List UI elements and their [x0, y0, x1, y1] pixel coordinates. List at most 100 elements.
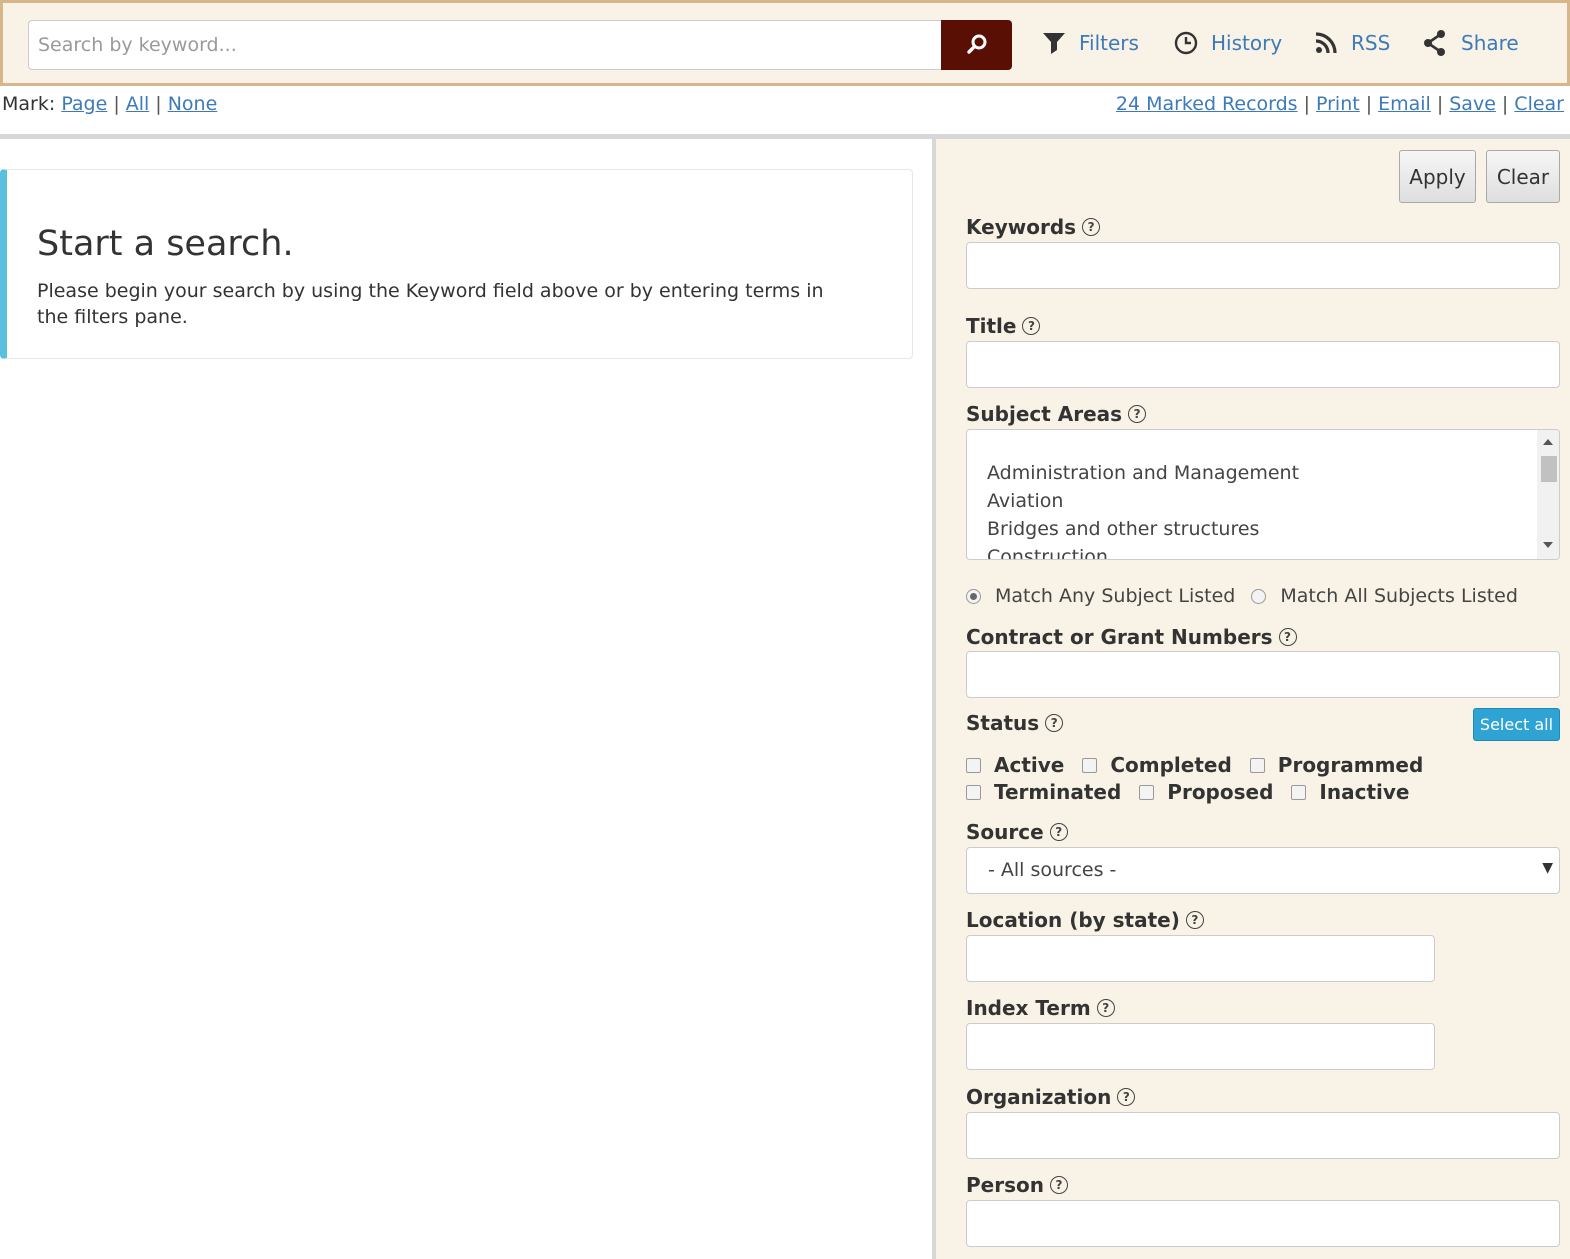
clear-filters-button[interactable]: Clear [1486, 150, 1560, 203]
list-item[interactable]: Aviation [987, 490, 1063, 512]
scroll-down-icon[interactable] [1542, 541, 1554, 549]
history-label: History [1211, 31, 1283, 55]
index-term-label-text: Index Term [966, 996, 1091, 1020]
callout-message: Please begin your search by using the Ke… [37, 280, 824, 328]
search-button[interactable] [941, 20, 1012, 70]
list-item[interactable]: Bridges and other structures [987, 518, 1259, 540]
mark-toolbar: Mark: Page | All | None 24 Marked Records | Pr… [0, 93, 1570, 123]
filters-button[interactable]: Filters [1041, 26, 1139, 60]
mark-page-link[interactable]: Page [61, 93, 107, 115]
history-button[interactable]: History [1173, 26, 1282, 60]
help-icon[interactable]: ? [1049, 823, 1068, 841]
checkbox-proposed[interactable] [1139, 784, 1155, 800]
status-option[interactable]: Inactive [1291, 780, 1409, 804]
subject-areas-label-text: Subject Areas [966, 402, 1123, 426]
email-link[interactable]: Email [1378, 93, 1431, 115]
contract-label: Contract or Grant Numbers ? [966, 625, 1297, 649]
mark-label: Mark: [2, 93, 56, 115]
list-item[interactable]: Administration and Management [987, 462, 1299, 484]
listbox-scrollbar[interactable] [1537, 430, 1559, 559]
location-field[interactable] [966, 935, 1435, 982]
index-term-label: Index Term ? [966, 996, 1115, 1020]
share-icon [1424, 30, 1445, 56]
search-bar: Filters History RSS Share [0, 0, 1570, 86]
status-option[interactable]: Proposed [1139, 780, 1273, 804]
keywords-field[interactable] [966, 242, 1560, 289]
checkbox-label: Inactive [1319, 780, 1410, 804]
filters-label: Filters [1079, 31, 1139, 55]
print-link[interactable]: Print [1316, 93, 1360, 115]
help-icon[interactable]: ? [1117, 1088, 1136, 1106]
organization-field[interactable] [966, 1112, 1560, 1159]
index-term-field[interactable] [966, 1023, 1435, 1070]
source-select[interactable]: - All sources - ▼ [966, 847, 1560, 894]
search-input[interactable] [28, 20, 944, 70]
checkbox-inactive[interactable] [1291, 784, 1307, 800]
help-icon[interactable]: ? [1082, 218, 1101, 236]
help-icon[interactable]: ? [1022, 317, 1041, 335]
keywords-label-text: Keywords [966, 215, 1077, 239]
help-icon[interactable]: ? [1128, 405, 1147, 423]
help-icon[interactable]: ? [1278, 628, 1297, 646]
apply-button[interactable]: Apply [1399, 150, 1476, 203]
help-icon[interactable]: ? [1049, 1176, 1068, 1194]
person-label: Person ? [966, 1173, 1068, 1197]
filters-pane: Apply Clear Keywords ? Title ? Subject A… [936, 139, 1570, 1259]
separator: | [113, 93, 120, 115]
rss-button[interactable]: RSS [1313, 26, 1390, 60]
source-label-text: Source [966, 820, 1044, 844]
checkbox-label: Programmed [1277, 753, 1424, 777]
match-all-radio[interactable] [1251, 588, 1267, 604]
organization-label-text: Organization [966, 1085, 1112, 1109]
separator: | [1303, 93, 1310, 115]
separator: | [1501, 93, 1509, 115]
separator: | [1365, 93, 1373, 115]
scroll-thumb[interactable] [1541, 456, 1557, 482]
save-link[interactable]: Save [1449, 93, 1496, 115]
marked-records-actions: 24 Marked Records | Print | Email | Save | Clear [1116, 93, 1564, 115]
marked-records-link[interactable]: 24 Marked Records [1116, 93, 1298, 115]
status-option[interactable]: Programmed [1249, 753, 1424, 777]
separator: | [1436, 93, 1444, 115]
list-item[interactable]: Construction [987, 546, 1108, 559]
checkbox-label: Active [994, 753, 1065, 777]
checkbox-active[interactable] [966, 757, 981, 773]
title-label: Title ? [966, 314, 1041, 338]
person-field[interactable] [966, 1200, 1560, 1247]
clock-icon [1174, 31, 1198, 55]
checkbox-programmed[interactable] [1249, 757, 1265, 773]
status-option[interactable]: Completed [1082, 753, 1232, 777]
title-field[interactable] [966, 341, 1560, 388]
subject-match-options: Match Any Subject Listed Match All Subje… [966, 585, 1518, 607]
search-icon [966, 34, 986, 54]
match-all-label: Match All Subjects Listed [1280, 585, 1518, 607]
match-any-label: Match Any Subject Listed [995, 585, 1236, 607]
checkbox-label: Completed [1110, 753, 1232, 777]
rss-icon [1315, 32, 1337, 54]
organization-label: Organization ? [966, 1085, 1136, 1109]
funnel-icon [1043, 33, 1065, 54]
status-option[interactable]: Terminated [966, 780, 1121, 804]
select-all-button[interactable]: Select all [1473, 708, 1560, 741]
mark-none-link[interactable]: None [168, 93, 218, 115]
mark-all-link[interactable]: All [126, 93, 150, 115]
subject-areas-label: Subject Areas ? [966, 402, 1147, 426]
status-option[interactable]: Active [966, 753, 1064, 777]
clear-marked-link[interactable]: Clear [1514, 93, 1564, 115]
help-icon[interactable]: ? [1045, 714, 1064, 732]
scroll-up-icon[interactable] [1542, 438, 1554, 446]
match-any-radio[interactable] [966, 588, 981, 604]
location-label: Location (by state) ? [966, 908, 1204, 932]
source-select-value: - All sources - [988, 859, 1117, 881]
chevron-down-icon: ▼ [1542, 860, 1553, 876]
checkbox-completed[interactable] [1082, 757, 1098, 773]
checkbox-label: Proposed [1167, 780, 1274, 804]
share-button[interactable]: Share [1421, 26, 1519, 60]
separator: | [155, 93, 162, 115]
share-label: Share [1461, 31, 1519, 55]
help-icon[interactable]: ? [1185, 911, 1204, 929]
subject-areas-listbox[interactable]: Administration and Management Aviation B… [966, 429, 1560, 560]
checkbox-terminated[interactable] [966, 784, 981, 800]
contract-field[interactable] [966, 651, 1560, 698]
help-icon[interactable]: ? [1096, 999, 1115, 1017]
